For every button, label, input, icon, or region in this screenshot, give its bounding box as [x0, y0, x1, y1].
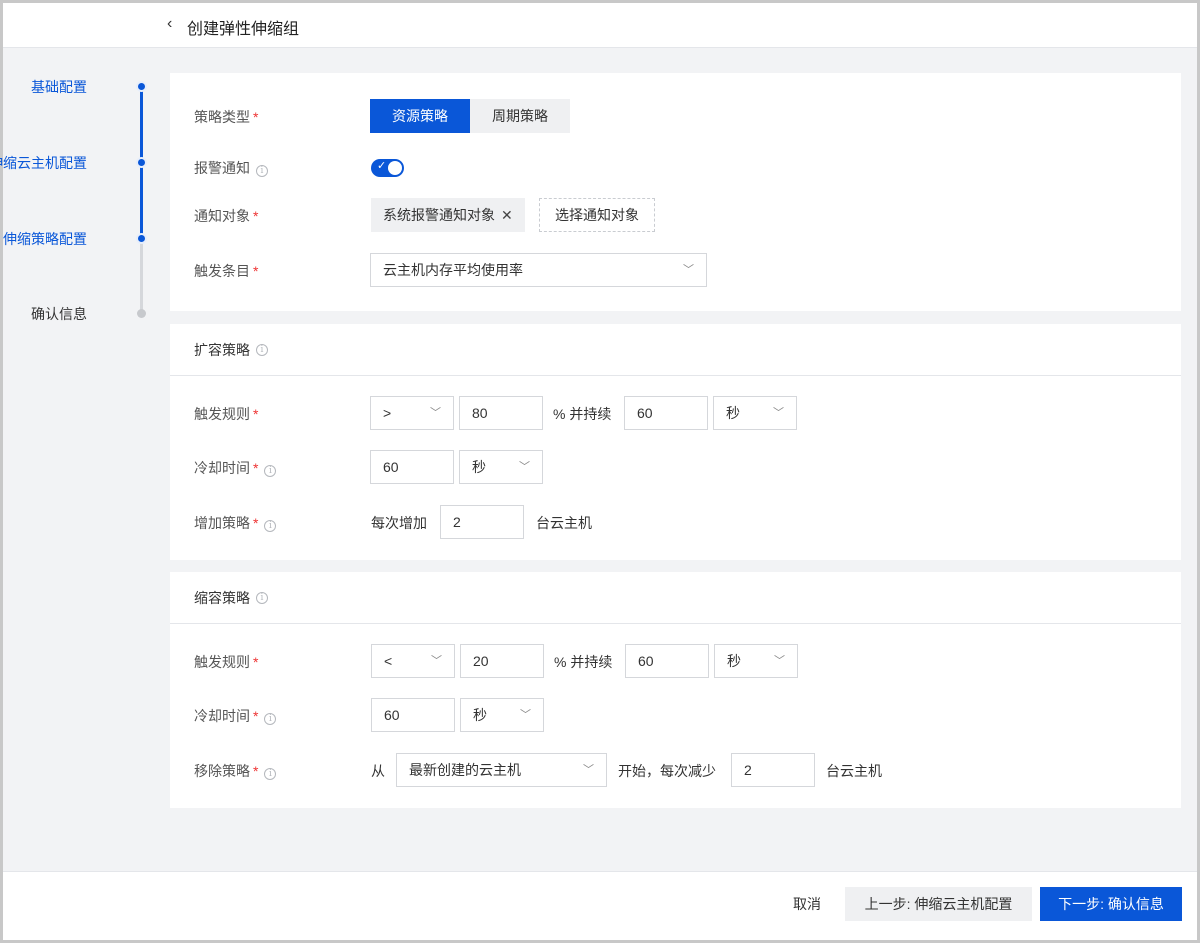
notify-target-label: 通知对象 *: [194, 208, 259, 224]
alarm-notify-toggle[interactable]: ✓: [371, 159, 404, 177]
add-policy-label: 增加策略 * i: [194, 513, 277, 533]
chevron-down-icon: ﹀: [519, 461, 530, 473]
check-icon: ✓: [377, 160, 387, 172]
top-bar: ‹ 创建弹性伸缩组: [3, 3, 1197, 48]
info-icon[interactable]: i: [256, 165, 268, 177]
cancel-button[interactable]: 取消: [775, 887, 839, 921]
resource-policy-option[interactable]: 资源策略: [370, 99, 470, 133]
trigger-item-label: 触发条目 *: [194, 263, 259, 279]
chevron-down-icon: ﹀: [774, 655, 785, 667]
trigger-item-select[interactable]: 云主机内存平均使用率 ﹀: [370, 253, 707, 287]
duration-input[interactable]: 60: [625, 644, 709, 678]
back-icon[interactable]: ‹: [167, 15, 172, 33]
step-dot: [136, 157, 147, 168]
step-connector: [140, 163, 143, 239]
alarm-notify-row: 报警通知 i ✓: [170, 150, 1181, 184]
scale-out-header: 扩容策略 i: [170, 324, 1181, 376]
add-count-input[interactable]: 2: [440, 505, 524, 539]
threshold-input[interactable]: 80: [459, 396, 543, 430]
add-prefix-text: 每次增加: [371, 515, 427, 531]
remove-target-select[interactable]: 最新创建的云主机 ﹀: [396, 753, 607, 787]
chevron-down-icon: ﹀: [683, 264, 694, 276]
prev-step-button[interactable]: 上一步: 伸缩云主机配置: [845, 887, 1032, 921]
remove-suffix-text: 台云主机: [826, 763, 882, 779]
rule-label: 触发规则 *: [194, 406, 259, 422]
scale-in-title: 缩容策略: [194, 589, 250, 606]
page-title: 创建弹性伸缩组: [187, 21, 300, 38]
remove-middle-text: 开始，每次减少: [618, 763, 716, 779]
step-dot: [136, 233, 147, 244]
scale-in-rule-row: 触发规则 * < ﹀ 20 % 并持续 60 秒 ﹀: [170, 644, 1181, 678]
step-policy-config[interactable]: 伸缩策略配置: [3, 229, 87, 249]
step-dot: [136, 81, 147, 92]
step-dot: [137, 309, 146, 318]
step-indicator: 基础配置 伸缩云主机配置 伸缩策略配置 确认信息: [0, 48, 160, 868]
chevron-down-icon: ﹀: [773, 407, 784, 419]
info-icon[interactable]: i: [264, 465, 277, 477]
step-host-config[interactable]: 伸缩云主机配置: [0, 153, 87, 173]
step-connector: [140, 239, 143, 313]
cooldown-unit-select[interactable]: 秒 ﹀: [460, 698, 544, 732]
toggle-knob: [388, 161, 402, 175]
remove-tag-icon[interactable]: ✕: [501, 207, 513, 223]
step-confirm: 确认信息: [31, 306, 87, 322]
chevron-down-icon: ﹀: [430, 407, 441, 419]
remove-from-text: 从: [371, 763, 385, 779]
scale-in-card: 缩容策略 i 触发规则 * < ﹀ 20 % 并持续 60 秒 ﹀ 冷却时间 * i 60…: [170, 572, 1181, 808]
scale-out-cooldown-row: 冷却时间 * i 60 秒 ﹀: [170, 450, 1181, 484]
scale-out-card: 扩容策略 i 触发规则 * > ﹀ 80 % 并持续 60 秒 ﹀ 冷却时间 * i 60…: [170, 324, 1181, 560]
percent-text: % 并持续: [554, 654, 613, 670]
duration-unit-select[interactable]: 秒 ﹀: [713, 396, 797, 430]
add-suffix-text: 台云主机: [536, 515, 592, 531]
policy-type-label: 策略类型 *: [194, 109, 259, 125]
scale-out-rule-row: 触发规则 * > ﹀ 80 % 并持续 60 秒 ﹀: [170, 396, 1181, 430]
trigger-item-row: 触发条目 * 云主机内存平均使用率 ﹀: [170, 253, 1181, 287]
rule-label: 触发规则 *: [194, 654, 259, 670]
cooldown-label: 冷却时间 * i: [194, 458, 277, 478]
step-basic-config[interactable]: 基础配置: [31, 77, 87, 97]
operator-select[interactable]: > ﹀: [370, 396, 454, 430]
info-icon[interactable]: i: [256, 343, 268, 356]
chevron-down-icon: ﹀: [431, 655, 442, 667]
info-icon[interactable]: i: [264, 520, 277, 532]
chevron-down-icon: ﹀: [520, 709, 531, 721]
cooldown-input[interactable]: 60: [370, 450, 454, 484]
notify-target-row: 通知对象 * 系统报警通知对象 ✕ 选择通知对象: [170, 198, 1181, 232]
step-connector: [140, 87, 143, 163]
operator-select[interactable]: < ﹀: [371, 644, 455, 678]
info-icon[interactable]: i: [264, 768, 277, 780]
remove-count-input[interactable]: 2: [731, 753, 815, 787]
alarm-notify-label: 报警通知 i: [194, 158, 268, 178]
info-icon[interactable]: i: [264, 713, 277, 725]
duration-unit-select[interactable]: 秒 ﹀: [714, 644, 798, 678]
remove-policy-label: 移除策略 * i: [194, 761, 277, 781]
footer-bar: 取消 上一步: 伸缩云主机配置 下一步: 确认信息: [3, 871, 1197, 940]
notify-target-tag: 系统报警通知对象 ✕: [371, 198, 525, 232]
policy-type-segment: 资源策略 周期策略: [370, 99, 570, 133]
basic-policy-card: 策略类型 * 资源策略 周期策略 报警通知 i ✓ 通知对象 * 系统报警通知对象 ✕ …: [170, 73, 1181, 311]
chevron-down-icon: ﹀: [583, 764, 594, 776]
threshold-input[interactable]: 20: [460, 644, 544, 678]
select-notify-target-button[interactable]: 选择通知对象: [539, 198, 655, 232]
scale-out-title: 扩容策略: [194, 341, 250, 358]
periodic-policy-option[interactable]: 周期策略: [470, 99, 570, 133]
cooldown-label: 冷却时间 * i: [194, 706, 277, 726]
duration-input[interactable]: 60: [624, 396, 708, 430]
scale-in-cooldown-row: 冷却时间 * i 60 秒 ﹀: [170, 698, 1181, 732]
scale-in-remove-row: 移除策略 * i 从 最新创建的云主机 ﹀ 开始，每次减少 2 台云主机: [170, 753, 1181, 787]
scale-in-header: 缩容策略 i: [170, 572, 1181, 624]
info-icon[interactable]: i: [256, 591, 268, 604]
next-step-button[interactable]: 下一步: 确认信息: [1040, 887, 1182, 921]
policy-type-row: 策略类型 * 资源策略 周期策略: [170, 99, 1181, 133]
percent-text: % 并持续: [553, 406, 612, 422]
cooldown-input[interactable]: 60: [371, 698, 455, 732]
scale-out-add-row: 增加策略 * i 每次增加 2 台云主机: [170, 505, 1181, 539]
cooldown-unit-select[interactable]: 秒 ﹀: [459, 450, 543, 484]
